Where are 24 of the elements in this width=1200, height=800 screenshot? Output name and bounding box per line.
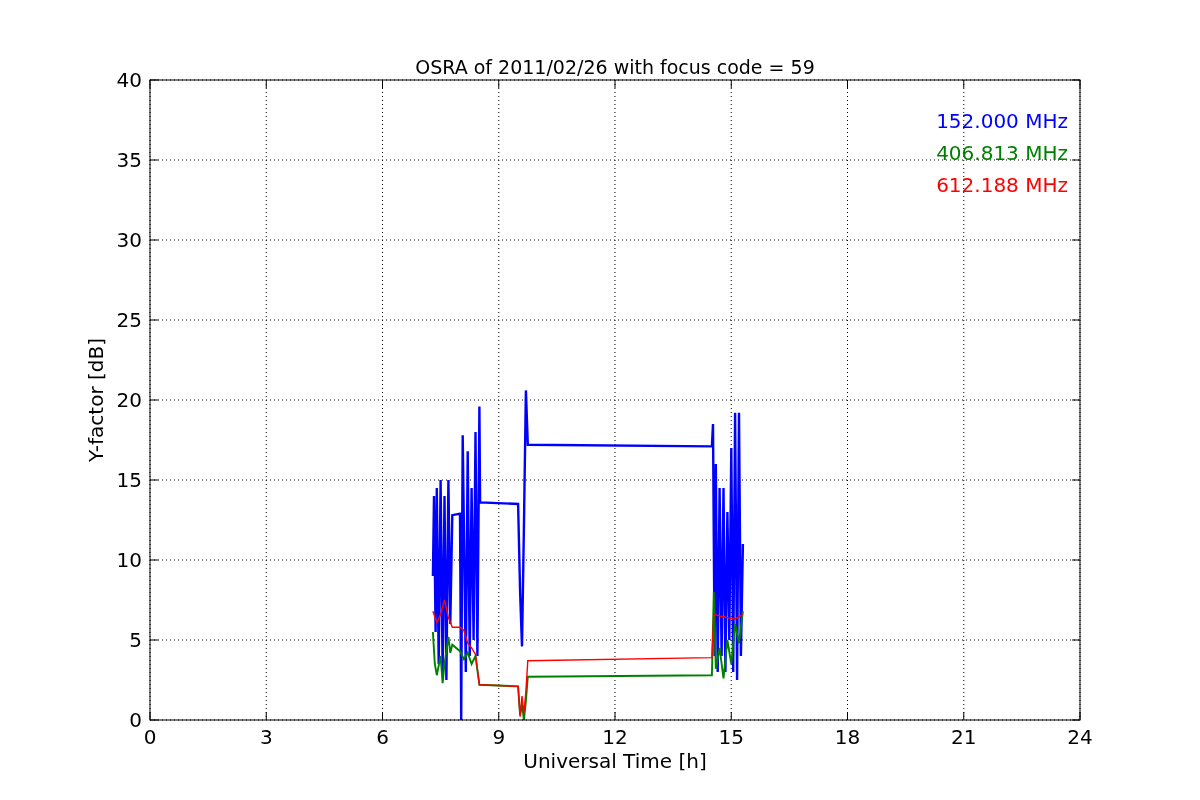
tick-label: 15	[116, 468, 142, 492]
axis-label: Universal Time [h]	[523, 749, 707, 773]
legend-entry: 612.188 MHz	[936, 173, 1068, 197]
legend-entry: 152.000 MHz	[936, 109, 1068, 133]
tick-label: 20	[116, 388, 142, 412]
tick-label: 0	[143, 725, 157, 749]
tick-label: 25	[116, 308, 142, 332]
tick-label: 21	[951, 725, 977, 749]
tick-label: 5	[129, 628, 142, 652]
tick-label: 12	[602, 725, 628, 749]
tick-label: 18	[834, 725, 861, 749]
tick-label: 35	[116, 148, 142, 172]
tick-label: 15	[718, 725, 744, 749]
chart-title: OSRA of 2011/02/26 with focus code = 59	[415, 56, 815, 78]
tick-label: 6	[376, 725, 389, 749]
tick-label: 0	[129, 708, 142, 732]
tick-label: 40	[116, 68, 142, 92]
tick-label: 3	[259, 725, 273, 749]
tick-label: 10	[116, 548, 142, 572]
legend-entry: 406.813 MHz	[936, 141, 1068, 165]
tick-label: 9	[492, 725, 506, 749]
tick-label: 24	[1067, 725, 1093, 749]
axis-label: Y-factor [dB]	[84, 338, 108, 462]
tick-label: 30	[116, 228, 142, 252]
